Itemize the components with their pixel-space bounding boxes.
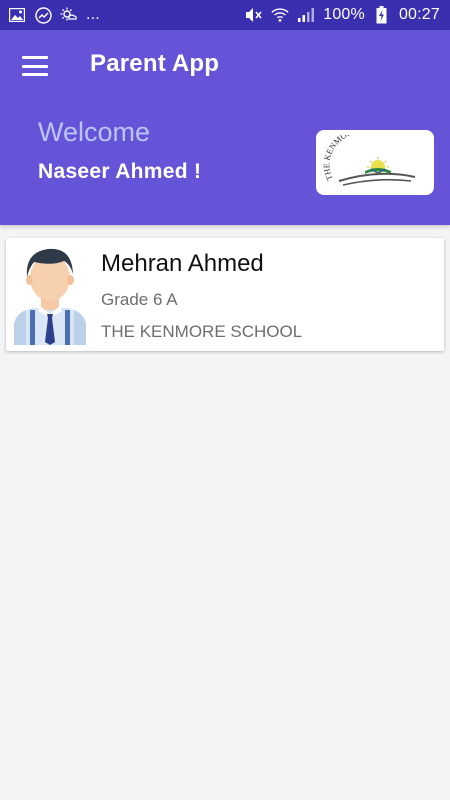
notification-more: ... [86,6,100,23]
hamburger-menu-icon[interactable] [22,55,48,77]
app-title: Parent App [90,50,220,77]
student-card[interactable]: Mehran Ahmed Grade 6 A THE KENMORE SCHOO… [6,238,444,351]
status-bar: ... 100% 00:27 [0,0,450,30]
welcome-text: Welcome [38,117,151,147]
student-name: Mehran Ahmed [101,250,264,277]
school-logo: THE KENMORE SCHOOL [316,130,434,195]
signal-icon [297,6,315,24]
battery-charging-icon [373,6,391,24]
clock: 00:27 [398,6,440,23]
trending-notification-icon [34,6,52,24]
status-bar-left: ... [8,6,100,24]
mute-icon [245,6,263,24]
gallery-notification-icon [8,6,26,24]
parent-name: Naseer Ahmed ! [38,160,202,183]
status-bar-right: 100% 00:27 [245,6,440,24]
student-school: THE KENMORE SCHOOL [101,322,303,341]
battery-percent: 100% [323,6,365,23]
student-avatar [12,244,88,345]
app-header: Parent App Welcome Naseer Ahmed ! THE KE… [0,30,450,225]
wifi-icon [271,6,289,24]
weather-notification-icon [60,6,78,24]
student-grade: Grade 6 A [101,290,178,309]
